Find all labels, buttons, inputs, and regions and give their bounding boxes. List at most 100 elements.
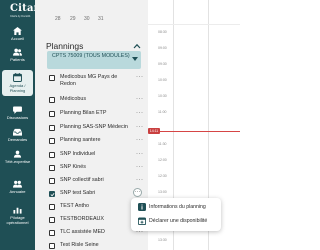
grid-row-line bbox=[148, 24, 240, 25]
planning-item[interactable]: Planning santere ··· bbox=[47, 136, 144, 148]
planning-label: Medicobus MG Pays de Redon bbox=[60, 74, 118, 87]
planning-item[interactable]: TESTBORDEAUX bbox=[47, 215, 144, 227]
checkbox[interactable] bbox=[49, 165, 55, 171]
nav-item-tele-expertise[interactable]: Télé-expertise bbox=[0, 150, 35, 165]
app-root: Citaña Citaña by Doctolib Accueil Patien… bbox=[0, 0, 240, 250]
more-icon[interactable]: ··· bbox=[136, 110, 144, 116]
directory-icon bbox=[13, 180, 22, 188]
time-label: 12:00 bbox=[158, 158, 167, 162]
planning-label: TLC assistée MED bbox=[60, 229, 105, 235]
more-icon[interactable]: ··· bbox=[136, 137, 144, 143]
nav-label: Annuaire bbox=[9, 189, 26, 194]
checkbox[interactable] bbox=[49, 111, 55, 117]
checkbox[interactable] bbox=[49, 97, 55, 103]
time-label: 11:30 bbox=[158, 142, 167, 146]
checkbox[interactable] bbox=[49, 178, 55, 184]
checkbox[interactable] bbox=[49, 204, 55, 210]
time-label: 10:00 bbox=[158, 78, 167, 82]
more-icon[interactable]: ··· bbox=[136, 124, 144, 130]
main-nav: Citaña Citaña by Doctolib Accueil Patien… bbox=[0, 0, 48, 250]
planning-item[interactable]: SNP Individuel ··· bbox=[47, 150, 144, 162]
nav-label: Agenda / Planning bbox=[9, 83, 26, 93]
plannings-title: Plannings bbox=[46, 41, 84, 51]
planning-item[interactable]: Planning Bilan ETP ··· bbox=[47, 109, 144, 121]
day-label[interactable]: 31 bbox=[98, 16, 104, 22]
planning-label: SNP Kinés bbox=[60, 164, 86, 170]
users-icon bbox=[13, 48, 22, 56]
checkbox-checked[interactable] bbox=[49, 191, 55, 197]
time-label: 13:00 bbox=[158, 190, 167, 194]
planning-item[interactable]: TEST Antho bbox=[47, 202, 144, 214]
planning-label: TESTBORDEAUX bbox=[60, 216, 105, 222]
more-icon[interactable]: ··· bbox=[136, 74, 144, 80]
planning-label: Planning santere bbox=[60, 137, 101, 143]
checkbox[interactable] bbox=[49, 217, 55, 223]
nav-item-annuaire[interactable]: Annuaire bbox=[0, 180, 35, 195]
day-label[interactable]: 28 bbox=[55, 16, 61, 22]
planning-item[interactable]: Planning SAS-SNP Médecin ··· bbox=[47, 123, 144, 135]
checkbox[interactable] bbox=[49, 152, 55, 158]
nav-item-discussions[interactable]: Discussions bbox=[0, 106, 35, 121]
planning-label: SNP collectif sabri bbox=[60, 177, 104, 183]
menu-item-label: Informations du planning bbox=[149, 204, 206, 210]
planning-item[interactable]: SNP test Sabri ··· bbox=[47, 188, 144, 201]
day-label[interactable]: 30 bbox=[84, 16, 90, 22]
menu-item-label: Déclarer une disponibilité bbox=[149, 218, 208, 224]
time-label: 09:30 bbox=[158, 62, 167, 66]
chart-icon bbox=[13, 207, 22, 214]
planning-group-select[interactable]: CPTS 75009 (TOUS MODULES) bbox=[47, 51, 141, 69]
nav-label: Accueil bbox=[11, 36, 24, 41]
time-label: 09:00 bbox=[158, 46, 167, 50]
calendar-add-icon bbox=[138, 217, 146, 225]
chat-icon bbox=[13, 106, 22, 114]
time-label: 08:30 bbox=[158, 30, 167, 34]
user-badge-icon bbox=[13, 150, 22, 158]
caret-down-icon bbox=[132, 57, 138, 61]
planning-item[interactable]: SNP collectif sabri ··· bbox=[47, 176, 144, 188]
planning-label: TEST Antho bbox=[60, 203, 89, 209]
nav-label: Patients bbox=[10, 57, 25, 62]
select-value: CPTS 75009 (TOUS MODULES) bbox=[52, 53, 130, 59]
nav-item-pilotage[interactable]: Pilotage opérationnel bbox=[0, 206, 35, 225]
more-icon-active[interactable]: ··· bbox=[133, 188, 142, 197]
time-label: 11:00 bbox=[158, 110, 167, 114]
time-label: 10:30 bbox=[158, 94, 167, 98]
more-icon[interactable]: ··· bbox=[136, 96, 144, 102]
checkbox[interactable] bbox=[49, 125, 55, 131]
planning-item[interactable]: TLC assistée MED ··· bbox=[47, 228, 144, 240]
nav-label: Discussions bbox=[6, 115, 29, 120]
day-bar: 28 29 30 31 bbox=[35, 14, 148, 24]
more-icon[interactable]: ··· bbox=[136, 164, 144, 170]
nav-item-demandes[interactable]: Demandes bbox=[0, 128, 35, 143]
planning-item[interactable]: Médicobus ··· bbox=[47, 95, 144, 107]
inbox-icon bbox=[13, 128, 22, 136]
planning-item[interactable]: Medicobus MG Pays de Redon ··· bbox=[47, 73, 144, 93]
planning-label: Planning SAS-SNP Médecin bbox=[60, 124, 128, 130]
nav-label: Demandes bbox=[7, 137, 28, 142]
time-label: 12:30 bbox=[158, 174, 167, 178]
planning-label: Médicobus bbox=[60, 96, 87, 102]
checkbox[interactable] bbox=[49, 243, 55, 249]
check-icon bbox=[50, 192, 55, 197]
current-time-badge: 14:11 bbox=[148, 128, 160, 134]
checkbox[interactable] bbox=[49, 138, 55, 144]
nav-label: Pilotage opérationnel bbox=[6, 215, 29, 225]
current-time-line bbox=[148, 131, 240, 132]
planning-label: SNP Individuel bbox=[60, 151, 96, 157]
more-icon[interactable]: ··· bbox=[136, 151, 144, 157]
day-label[interactable]: 29 bbox=[70, 16, 76, 22]
checkbox[interactable] bbox=[49, 230, 55, 236]
nav-item-accueil[interactable]: Accueil bbox=[0, 27, 35, 42]
nav-item-agenda[interactable]: Agenda / Planning bbox=[2, 70, 33, 96]
checkbox[interactable] bbox=[49, 75, 55, 81]
nav-item-patients[interactable]: Patients bbox=[0, 48, 35, 63]
planning-item[interactable]: SNP Kinés ··· bbox=[47, 163, 144, 175]
planning-item[interactable]: Test Risle Seine bbox=[47, 241, 144, 250]
planning-label: Test Risle Seine bbox=[60, 242, 99, 248]
calendar-icon bbox=[13, 73, 22, 82]
planning-label: SNP test Sabri bbox=[60, 190, 96, 196]
planning-label: Planning Bilan ETP bbox=[60, 110, 107, 116]
time-label: 13:30 bbox=[158, 238, 167, 242]
more-icon[interactable]: ··· bbox=[136, 177, 144, 183]
chevron-up-icon[interactable] bbox=[133, 43, 141, 49]
